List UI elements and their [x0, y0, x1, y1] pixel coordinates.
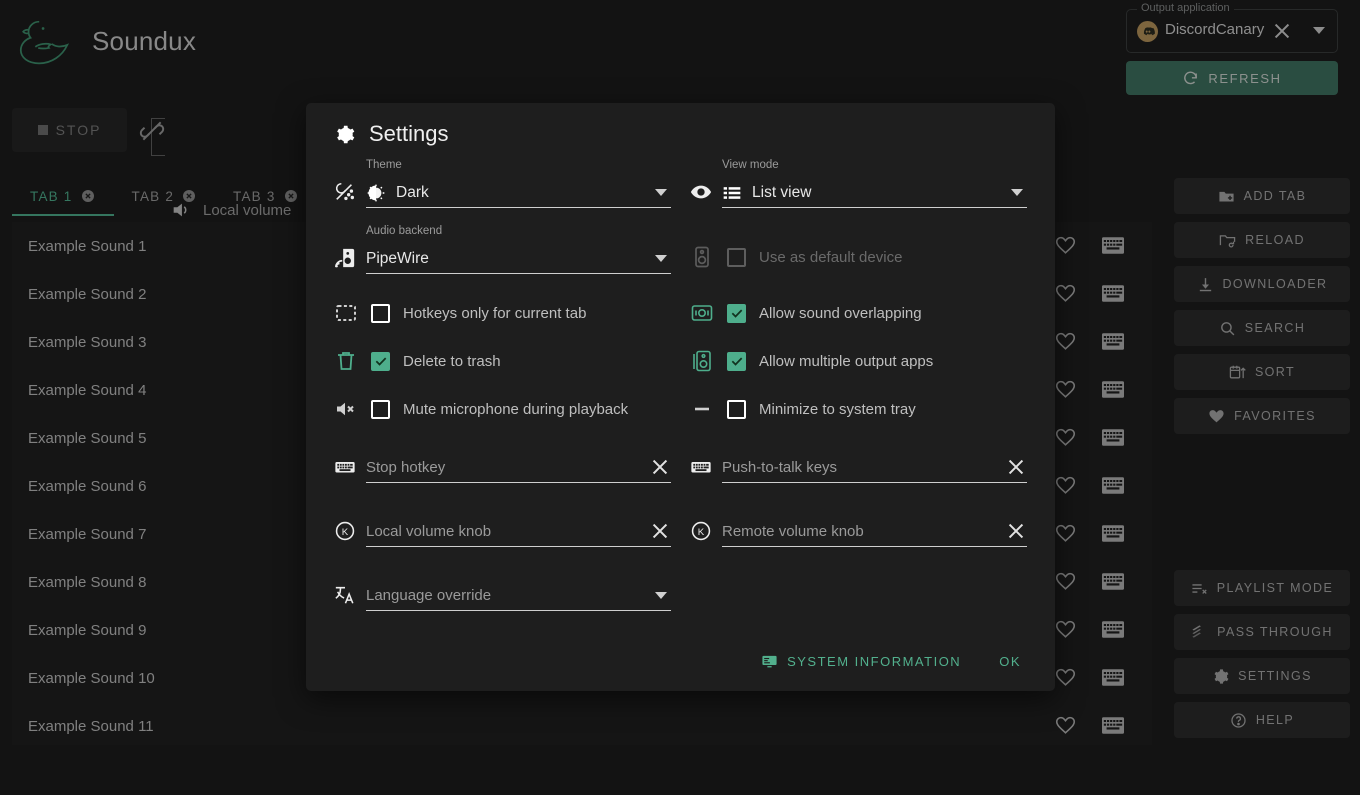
settings-dialog-footer: SYSTEM INFORMATION OK — [306, 641, 1055, 681]
theme-auto-icon — [334, 181, 356, 203]
allow-sound-overlapping-label: Allow sound overlapping — [759, 304, 922, 322]
allow-sound-overlapping-checkbox[interactable] — [727, 303, 746, 323]
settings-dialog: Settings Theme Dark View mode List view … — [306, 103, 1055, 691]
monitor-icon — [761, 653, 778, 670]
system-information-label: SYSTEM INFORMATION — [787, 653, 962, 669]
delete-to-trash-row[interactable]: Delete to trash — [334, 349, 501, 373]
theme-field[interactable]: Theme Dark — [334, 159, 671, 208]
view-mode-chevron-down-icon[interactable] — [1011, 189, 1023, 196]
language-override-input[interactable]: Language override — [366, 587, 491, 604]
use-as-default-device-row: Use as default device — [690, 245, 902, 269]
minimize-icon — [690, 397, 714, 421]
keyboard-icon — [334, 456, 356, 478]
gear-icon — [334, 124, 355, 145]
soundux-window: Soundux Output application DiscordCanary… — [0, 0, 1360, 795]
hotkeys-only-current-tab-checkbox[interactable] — [371, 303, 390, 323]
theme-value: Dark — [396, 183, 429, 201]
mute-microphone-row[interactable]: Mute microphone during playback — [334, 397, 628, 421]
local-volume-knob-input[interactable]: Local volume knob — [366, 523, 491, 540]
settings-dialog-title-row: Settings — [334, 121, 449, 147]
mute-microphone-checkbox[interactable] — [371, 399, 390, 419]
minimize-to-tray-checkbox[interactable] — [727, 399, 746, 419]
allow-multiple-output-apps-row[interactable]: Allow multiple output apps — [690, 349, 933, 373]
use-as-default-device-label: Use as default device — [759, 248, 903, 266]
allow-sound-overlapping-row[interactable]: Allow sound overlapping — [690, 301, 922, 325]
local-volume-knob-field[interactable]: K Local volume knob — [334, 517, 671, 547]
svg-text:K: K — [698, 527, 705, 538]
volume-mute-icon — [334, 397, 358, 421]
use-as-default-device-checkbox — [727, 247, 746, 267]
settings-dialog-title: Settings — [369, 121, 449, 146]
view-mode-value: List view — [752, 183, 812, 201]
stop-hotkey-input[interactable]: Stop hotkey — [366, 459, 445, 476]
audio-backend-label: Audio backend — [366, 225, 443, 237]
language-override-field[interactable]: Language override — [334, 581, 671, 611]
ok-label: OK — [999, 653, 1021, 669]
ok-button[interactable]: OK — [993, 648, 1027, 675]
local-volume-knob-clear-icon[interactable] — [649, 520, 671, 542]
tab-select-icon — [334, 301, 358, 325]
keyboard-icon — [690, 456, 712, 478]
theme-label: Theme — [366, 159, 402, 171]
knob-icon: K — [690, 520, 712, 542]
allow-multiple-output-apps-label: Allow multiple output apps — [759, 352, 934, 370]
list-view-icon — [722, 183, 742, 203]
view-mode-label: View mode — [722, 159, 779, 171]
remote-volume-knob-clear-icon[interactable] — [1005, 520, 1027, 542]
minimize-to-tray-row[interactable]: Minimize to system tray — [690, 397, 916, 421]
allow-multiple-output-apps-checkbox[interactable] — [727, 351, 746, 371]
audio-backend-value: PipeWire — [366, 249, 429, 267]
language-override-chevron-down-icon[interactable] — [655, 592, 667, 599]
remote-volume-knob-field[interactable]: K Remote volume knob — [690, 517, 1027, 547]
moon-brightness-icon — [366, 183, 386, 203]
speaker-wireless-icon — [334, 247, 356, 269]
hotkeys-only-current-tab-row[interactable]: Hotkeys only for current tab — [334, 301, 586, 325]
svg-text:K: K — [342, 527, 349, 538]
push-to-talk-field[interactable]: Push-to-talk keys — [690, 453, 1027, 483]
audio-backend-chevron-down-icon[interactable] — [655, 255, 667, 262]
push-to-talk-clear-icon[interactable] — [1005, 456, 1027, 478]
theme-chevron-down-icon[interactable] — [655, 189, 667, 196]
system-information-button[interactable]: SYSTEM INFORMATION — [755, 647, 967, 676]
audio-backend-field[interactable]: Audio backend PipeWire — [334, 225, 671, 274]
delete-to-trash-label: Delete to trash — [403, 352, 501, 370]
mute-microphone-label: Mute microphone during playback — [403, 400, 629, 418]
multi-speaker-icon — [690, 349, 714, 373]
stop-hotkey-field[interactable]: Stop hotkey — [334, 453, 671, 483]
sound-overlap-icon — [690, 301, 714, 325]
remote-volume-knob-input[interactable]: Remote volume knob — [722, 523, 864, 540]
delete-to-trash-checkbox[interactable] — [371, 351, 390, 371]
push-to-talk-input[interactable]: Push-to-talk keys — [722, 459, 837, 476]
eye-icon — [690, 181, 712, 203]
knob-icon: K — [334, 520, 356, 542]
view-mode-field[interactable]: View mode List view — [690, 159, 1027, 208]
stop-hotkey-clear-icon[interactable] — [649, 456, 671, 478]
minimize-to-tray-label: Minimize to system tray — [759, 400, 916, 418]
translate-icon — [334, 584, 356, 606]
speaker-icon — [690, 245, 714, 269]
trash-icon — [334, 349, 358, 373]
hotkeys-only-current-tab-label: Hotkeys only for current tab — [403, 304, 587, 322]
